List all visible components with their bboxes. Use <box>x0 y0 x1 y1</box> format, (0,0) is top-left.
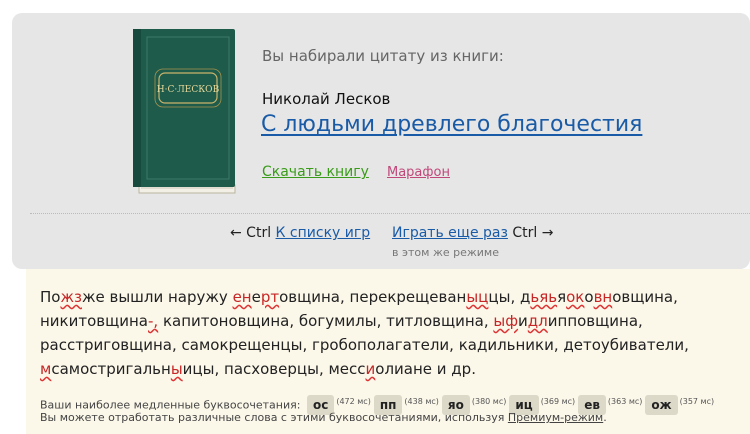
text-segment: ицы, пасховерцы, месс <box>182 360 366 378</box>
text-segment: е <box>251 288 261 306</box>
nav-back: ← Ctrl К списку игр <box>230 225 370 241</box>
practice-note: Вы можете отработать различные слова с э… <box>40 411 607 424</box>
nav-forward: Играть еще раз Ctrl → <box>392 225 553 241</box>
intro-text: Вы набирали цитату из книги: <box>262 47 504 65</box>
book-cover-title: Н·С·ЛЕСКОВ <box>157 85 220 95</box>
typo-segment: -, <box>148 312 159 330</box>
premium-mode-link[interactable]: Премиум-режим <box>508 411 603 424</box>
text-segment: олиане и др. <box>375 360 476 378</box>
typed-text-block: Пожзже вышли наружу енертовщина, перекре… <box>26 269 750 434</box>
text-segment: же вышли наружу <box>81 288 233 306</box>
typo-segment: ыф <box>493 312 519 330</box>
typed-quote: Пожзже вышли наружу енертовщина, перекре… <box>40 285 740 381</box>
letter-pair-time: (357 мс) <box>679 397 715 406</box>
typo-segment: ьяь <box>530 288 558 306</box>
practice-end: . <box>603 411 607 424</box>
letter-pair-badge: ож <box>645 394 678 415</box>
text-segment: и <box>518 312 528 330</box>
letter-pair-time: (438 мс) <box>404 397 439 406</box>
letter-pair-time: (363 мс) <box>607 397 643 406</box>
download-book-link[interactable]: Скачать книгу <box>262 164 369 180</box>
text-segment: капитоновщина, богумилы, титловщина, <box>158 312 494 330</box>
text-segment: о <box>584 288 594 306</box>
typo-segment: м <box>40 360 52 378</box>
panel-divider <box>30 213 750 214</box>
letter-pair-time: (380 мс) <box>471 397 507 406</box>
marathon-link[interactable]: Марафон <box>387 165 450 180</box>
typo-segment: вн <box>593 288 613 306</box>
back-ctrl-hint: ← Ctrl <box>230 225 272 241</box>
book-cover-image[interactable]: Н·С·ЛЕСКОВ <box>133 29 239 195</box>
typo-segment: ен <box>232 288 252 306</box>
letter-pair-time: (369 мс) <box>540 397 576 406</box>
letter-pair-time: (472 мс) <box>336 397 371 406</box>
text-segment: овщина, перекрещеван <box>279 288 467 306</box>
book-author: Николай Лесков <box>262 90 391 108</box>
book-info-panel: Н·С·ЛЕСКОВ Вы набирали цитату из книги: … <box>12 13 750 269</box>
typo-segment: ы <box>170 360 183 378</box>
typo-segment: ыц <box>466 288 489 306</box>
text-segment: самостригальн <box>51 360 171 378</box>
practice-text: Вы можете отработать различные слова с э… <box>40 411 508 424</box>
typo-segment: жз <box>60 288 82 306</box>
text-segment: цы, д <box>488 288 531 306</box>
text-segment: я <box>557 288 567 306</box>
mode-note: в этом же режиме <box>392 246 499 259</box>
games-list-link[interactable]: К списку игр <box>276 225 371 241</box>
typo-segment: рт <box>260 288 280 306</box>
typo-segment: ок <box>566 288 585 306</box>
play-again-link[interactable]: Играть еще раз <box>392 225 508 241</box>
typo-segment: дл <box>527 312 548 330</box>
typo-segment: и <box>365 360 376 378</box>
slowest-pairs-label: Ваши наиболее медленные буквосочетания: <box>40 398 301 412</box>
forward-ctrl-hint: Ctrl → <box>512 225 554 241</box>
text-segment: По <box>40 288 61 306</box>
book-title-link[interactable]: С людьми древлего благочестия <box>261 112 642 137</box>
